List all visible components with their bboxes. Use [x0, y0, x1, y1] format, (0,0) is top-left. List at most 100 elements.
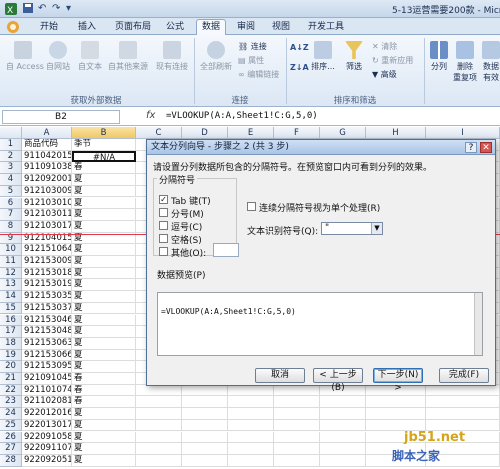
row-header[interactable]: 17 — [0, 326, 22, 338]
row-header[interactable]: 19 — [0, 349, 22, 362]
column-header-g[interactable]: G — [320, 127, 366, 139]
row-header[interactable]: 23 — [0, 396, 22, 409]
office-button-icon[interactable] — [2, 20, 24, 35]
cell-a[interactable]: 912153037 — [22, 302, 72, 315]
space-checkbox[interactable] — [159, 234, 168, 243]
column-header-f[interactable]: F — [274, 127, 320, 139]
customize-quick-access-icon[interactable]: ▾ — [66, 2, 71, 16]
row-header[interactable]: 8 — [0, 220, 22, 233]
row-header[interactable]: 3 — [0, 162, 22, 175]
cell-a[interactable]: 商品代码 — [22, 139, 72, 151]
excel-logo-icon[interactable]: X — [4, 2, 18, 16]
other-delimiter-input[interactable] — [213, 243, 239, 257]
empty-cell[interactable] — [136, 454, 182, 467]
edit-links-button[interactable]: ∞ 编辑链接 — [238, 69, 279, 80]
cell-a[interactable]: 912092001 — [22, 174, 72, 186]
preview-scrollbar[interactable] — [474, 293, 482, 355]
row-header[interactable]: 26 — [0, 431, 22, 444]
empty-cell[interactable] — [366, 408, 426, 420]
remove-duplicates-button[interactable]: 删除 重复项 — [452, 41, 478, 83]
empty-cell[interactable] — [274, 396, 320, 409]
cell-a[interactable]: 922012016 — [22, 408, 72, 420]
row-header[interactable]: 25 — [0, 419, 22, 432]
empty-cell[interactable] — [228, 384, 274, 397]
row-header[interactable]: 27 — [0, 443, 22, 455]
tab-developer[interactable]: 开发工具 — [306, 20, 346, 35]
cell-b[interactable]: 夏 — [72, 291, 136, 303]
empty-cell[interactable] — [228, 419, 274, 432]
empty-cell[interactable] — [366, 396, 426, 409]
cell-a[interactable]: 911091038 — [22, 162, 72, 175]
cell-b[interactable]: 夏 — [72, 197, 136, 210]
reapply-button[interactable]: ↻ 重新应用 — [372, 55, 413, 66]
cell-b[interactable]: 夏 — [72, 267, 136, 280]
empty-cell[interactable] — [136, 408, 182, 420]
active-cell-b2[interactable]: #N/A — [72, 150, 136, 163]
cell-b[interactable]: 季节 — [72, 139, 136, 151]
cell-b[interactable]: 夏 — [72, 256, 136, 268]
comma-checkbox[interactable] — [159, 221, 168, 230]
cell-a[interactable]: 912153066 — [22, 349, 72, 362]
cell-a[interactable]: 912153046 — [22, 314, 72, 327]
data-preview-box[interactable]: =VLOOKUP(A:A,Sheet1!C:G,5,0) — [157, 292, 483, 356]
empty-cell[interactable] — [320, 396, 366, 409]
tab-page-layout[interactable]: 页面布局 — [110, 20, 156, 35]
cell-a[interactable]: 912153018 — [22, 267, 72, 280]
row-header[interactable]: 11 — [0, 256, 22, 268]
row-header[interactable]: 12 — [0, 267, 22, 280]
cell-a[interactable]: 912153095 — [22, 361, 72, 373]
empty-cell[interactable] — [274, 408, 320, 420]
empty-cell[interactable] — [182, 408, 228, 420]
advanced-filter-button[interactable]: ▼ 高级 — [372, 69, 397, 80]
select-all-corner[interactable] — [0, 127, 22, 139]
sort-ascending-button[interactable]: A↓Z — [290, 43, 309, 52]
empty-cell[interactable] — [228, 396, 274, 409]
cell-a[interactable]: 912103017 — [22, 220, 72, 233]
save-icon[interactable] — [22, 2, 34, 16]
row-header[interactable]: 18 — [0, 337, 22, 350]
empty-cell[interactable] — [228, 408, 274, 420]
empty-cell[interactable] — [320, 443, 366, 455]
empty-cell[interactable] — [274, 419, 320, 432]
undo-icon[interactable]: ↶ — [38, 2, 46, 16]
cell-b[interactable]: 春 — [72, 384, 136, 397]
cell-a[interactable]: 912153063 — [22, 337, 72, 350]
row-header[interactable]: 1 — [0, 139, 22, 151]
column-header-a[interactable]: A — [22, 127, 72, 139]
row-header[interactable]: 21 — [0, 373, 22, 385]
empty-cell[interactable] — [320, 454, 366, 467]
next-button[interactable]: 下一步(N) > — [373, 368, 423, 393]
cell-a[interactable]: 922091107 — [22, 443, 72, 455]
row-header[interactable]: 5 — [0, 185, 22, 198]
empty-cell[interactable] — [320, 431, 366, 444]
cell-b[interactable]: 夏 — [72, 326, 136, 338]
properties-button[interactable]: ▤ 属性 — [238, 55, 264, 66]
cell-b[interactable]: 夏 — [72, 419, 136, 432]
empty-cell[interactable] — [136, 384, 182, 397]
insert-function-icon[interactable]: fx — [146, 110, 155, 121]
row-header[interactable]: 7 — [0, 209, 22, 221]
empty-cell[interactable] — [320, 408, 366, 420]
sort-descending-button[interactable]: Z↓A — [290, 63, 309, 72]
text-to-columns-button[interactable]: 分列 — [428, 41, 450, 72]
tab-review[interactable]: 审阅 — [235, 20, 257, 35]
from-other-sources-button[interactable]: 自其他来源 — [106, 41, 150, 72]
tab-insert[interactable]: 插入 — [76, 20, 98, 35]
cell-a[interactable]: 921102081 — [22, 396, 72, 409]
column-header-d[interactable]: D — [182, 127, 228, 139]
cell-b[interactable]: 夏 — [72, 408, 136, 420]
cell-b[interactable]: 夏 — [72, 174, 136, 186]
other-checkbox[interactable] — [159, 247, 168, 256]
tab-formulas[interactable]: 公式 — [164, 20, 186, 35]
column-header-i[interactable]: I — [426, 127, 500, 139]
column-header-e[interactable]: E — [228, 127, 274, 139]
finish-button[interactable]: 完成(F) — [439, 368, 489, 383]
cell-a[interactable]: 921091045 — [22, 373, 72, 385]
cell-b[interactable]: 夏 — [72, 209, 136, 221]
empty-cell[interactable] — [136, 419, 182, 432]
tab-home[interactable]: 开始 — [38, 20, 60, 35]
cell-b[interactable]: 夏 — [72, 361, 136, 373]
empty-cell[interactable] — [274, 431, 320, 444]
column-header-h[interactable]: H — [366, 127, 426, 139]
row-header[interactable]: 16 — [0, 314, 22, 327]
